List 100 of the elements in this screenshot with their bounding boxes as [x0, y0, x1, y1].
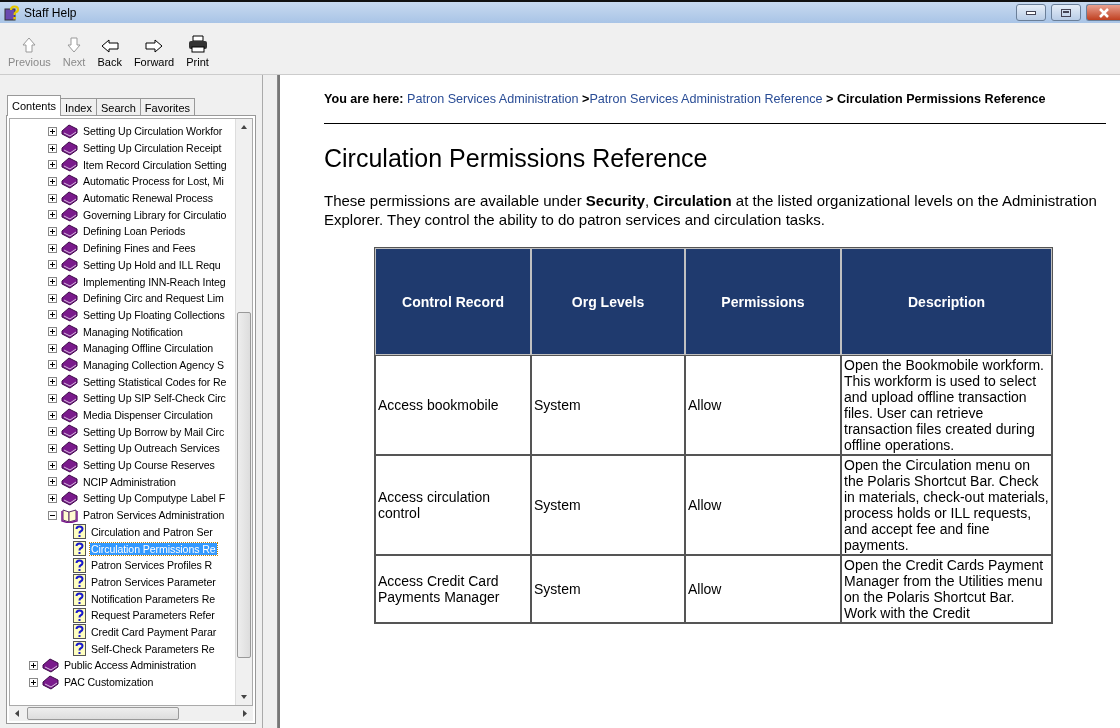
tree-item[interactable]: Managing Offline Circulation	[82, 342, 215, 355]
tree-item[interactable]: Defining Circ and Request Lim	[82, 292, 225, 305]
column-header: Description	[841, 248, 1052, 355]
expand-toggle[interactable]	[29, 677, 38, 687]
printer-icon	[187, 35, 208, 53]
tree-item[interactable]: Defining Loan Periods	[82, 225, 187, 238]
tree-item[interactable]: Setting Up Computype Label F	[82, 492, 227, 505]
down-arrow-icon	[67, 37, 82, 53]
expand-toggle[interactable]	[48, 277, 57, 287]
expand-toggle[interactable]	[48, 410, 57, 420]
book-icon	[61, 223, 78, 239]
expand-toggle[interactable]	[48, 210, 57, 220]
book-icon	[42, 674, 59, 690]
tree-item[interactable]: Managing Collection Agency S	[82, 358, 225, 371]
expand-toggle[interactable]	[48, 193, 57, 203]
expand-toggle[interactable]	[48, 143, 57, 153]
expand-toggle[interactable]	[48, 310, 57, 320]
expand-toggle[interactable]	[48, 443, 57, 453]
toolbar-button[interactable]: Print	[180, 35, 215, 68]
expand-toggle[interactable]	[48, 477, 57, 487]
tree-item[interactable]: NCIP Administration	[82, 475, 177, 488]
expand-toggle[interactable]	[48, 160, 57, 170]
expand-toggle[interactable]	[48, 427, 57, 437]
tree-item[interactable]: Setting Up SIP Self-Check Circ	[82, 392, 227, 405]
tree-item[interactable]: Setting Up Floating Collections	[82, 308, 226, 321]
expand-toggle[interactable]	[48, 343, 57, 353]
help-page-icon	[73, 641, 86, 657]
table-cell: Access circulation control	[375, 455, 531, 555]
tree-item[interactable]: Automatic Renewal Process	[82, 192, 214, 205]
minimize-button[interactable]	[1016, 4, 1046, 21]
help-page-icon	[73, 541, 86, 557]
expand-toggle[interactable]	[29, 660, 38, 670]
tree-item[interactable]: Setting Up Hold and ILL Requ	[82, 258, 222, 271]
page-heading: Circulation Permissions Reference	[324, 144, 709, 173]
column-header: Permissions	[685, 248, 841, 355]
table-cell: System	[531, 455, 685, 555]
tree-item[interactable]: Item Record Circulation Setting	[82, 158, 228, 171]
tree-item[interactable]: Implementing INN-Reach Integ	[82, 275, 227, 288]
tree-item[interactable]: Public Access Administration	[63, 659, 198, 672]
tree-item[interactable]: Request Parameters Refer	[90, 609, 216, 622]
tree-item[interactable]: Notification Parameters Re	[90, 592, 216, 605]
tree-item[interactable]: PAC Customization	[63, 676, 155, 689]
tree-item[interactable]: Patron Services Parameter	[90, 575, 217, 588]
tree-item[interactable]: Patron Services Administration	[82, 509, 226, 522]
expand-toggle[interactable]	[48, 293, 57, 303]
book-icon	[61, 424, 78, 440]
tab[interactable]: Favorites	[139, 98, 196, 116]
expand-toggle[interactable]	[48, 393, 57, 403]
expand-toggle[interactable]	[48, 377, 57, 387]
tree-item[interactable]: Setting Up Outreach Services	[82, 442, 221, 455]
table-cell: Allow	[685, 455, 841, 555]
expand-toggle[interactable]	[48, 493, 57, 503]
expand-toggle[interactable]	[48, 126, 57, 136]
breadcrumb-link[interactable]: Patron Services Administration Reference	[589, 92, 823, 106]
expand-toggle[interactable]	[48, 176, 57, 186]
book-icon	[61, 457, 78, 473]
tree-item[interactable]: Credit Card Payment Parar	[90, 625, 218, 638]
book-icon	[61, 374, 78, 390]
tree-item[interactable]: Media Dispenser Circulation	[82, 409, 214, 422]
horizontal-scrollbar[interactable]	[9, 706, 253, 721]
tree-item[interactable]: Circulation and Patron Ser	[90, 525, 214, 538]
tree-item[interactable]: Setting Up Course Reserves	[82, 459, 216, 472]
expand-toggle[interactable]	[48, 360, 57, 370]
close-button[interactable]	[1086, 4, 1120, 21]
book-icon	[61, 407, 78, 423]
expand-toggle[interactable]	[48, 327, 57, 337]
tree-item[interactable]: Defining Fines and Fees	[82, 242, 197, 255]
tree-item[interactable]: Patron Services Profiles R	[90, 559, 214, 572]
tab[interactable]: Contents	[7, 95, 62, 116]
expand-toggle[interactable]	[48, 260, 57, 270]
tree-item[interactable]: Automatic Process for Lost, Mi	[82, 175, 225, 188]
book-icon	[61, 474, 78, 490]
minimize-icon	[1026, 10, 1036, 15]
close-icon	[1098, 7, 1109, 18]
tree-item[interactable]: Setting Up Borrow by Mail Circ	[82, 425, 226, 438]
book-icon	[61, 390, 78, 406]
expand-toggle[interactable]	[48, 226, 57, 236]
tree-item[interactable]: Managing Notification	[82, 325, 184, 338]
toolbar-button[interactable]: Back	[91, 39, 128, 68]
tree-item[interactable]: Self-Check Parameters Re	[90, 642, 216, 655]
collapse-toggle[interactable]	[48, 510, 57, 520]
expand-toggle[interactable]	[48, 243, 57, 253]
breadcrumb-link[interactable]: Patron Services Administration	[407, 92, 579, 106]
tree-item[interactable]: Setting Up Circulation Receipt	[82, 142, 223, 155]
tree-item[interactable]: Setting Statistical Codes for Re	[82, 375, 228, 388]
tree-item[interactable]: Governing Library for Circulatio	[82, 208, 228, 221]
maximize-button[interactable]	[1051, 4, 1081, 21]
pane-splitter[interactable]	[262, 75, 278, 728]
vertical-scrollbar[interactable]	[235, 119, 252, 705]
table-cell: Allow	[685, 355, 841, 455]
toolbar-button[interactable]: Forward	[127, 39, 181, 68]
table-cell: System	[531, 355, 685, 455]
tree-item[interactable]: Setting Up Circulation Workfor	[82, 125, 224, 138]
book-icon	[61, 340, 78, 356]
book-icon	[61, 240, 78, 256]
breadcrumb: You are here: Patron Services Administration >Patron Services Administration Reference > Circulation Permissions Reference	[324, 91, 1047, 107]
book-icon	[61, 274, 78, 290]
book-icon	[61, 123, 78, 139]
window-title: Staff Help	[24, 5, 77, 20]
expand-toggle[interactable]	[48, 460, 57, 470]
